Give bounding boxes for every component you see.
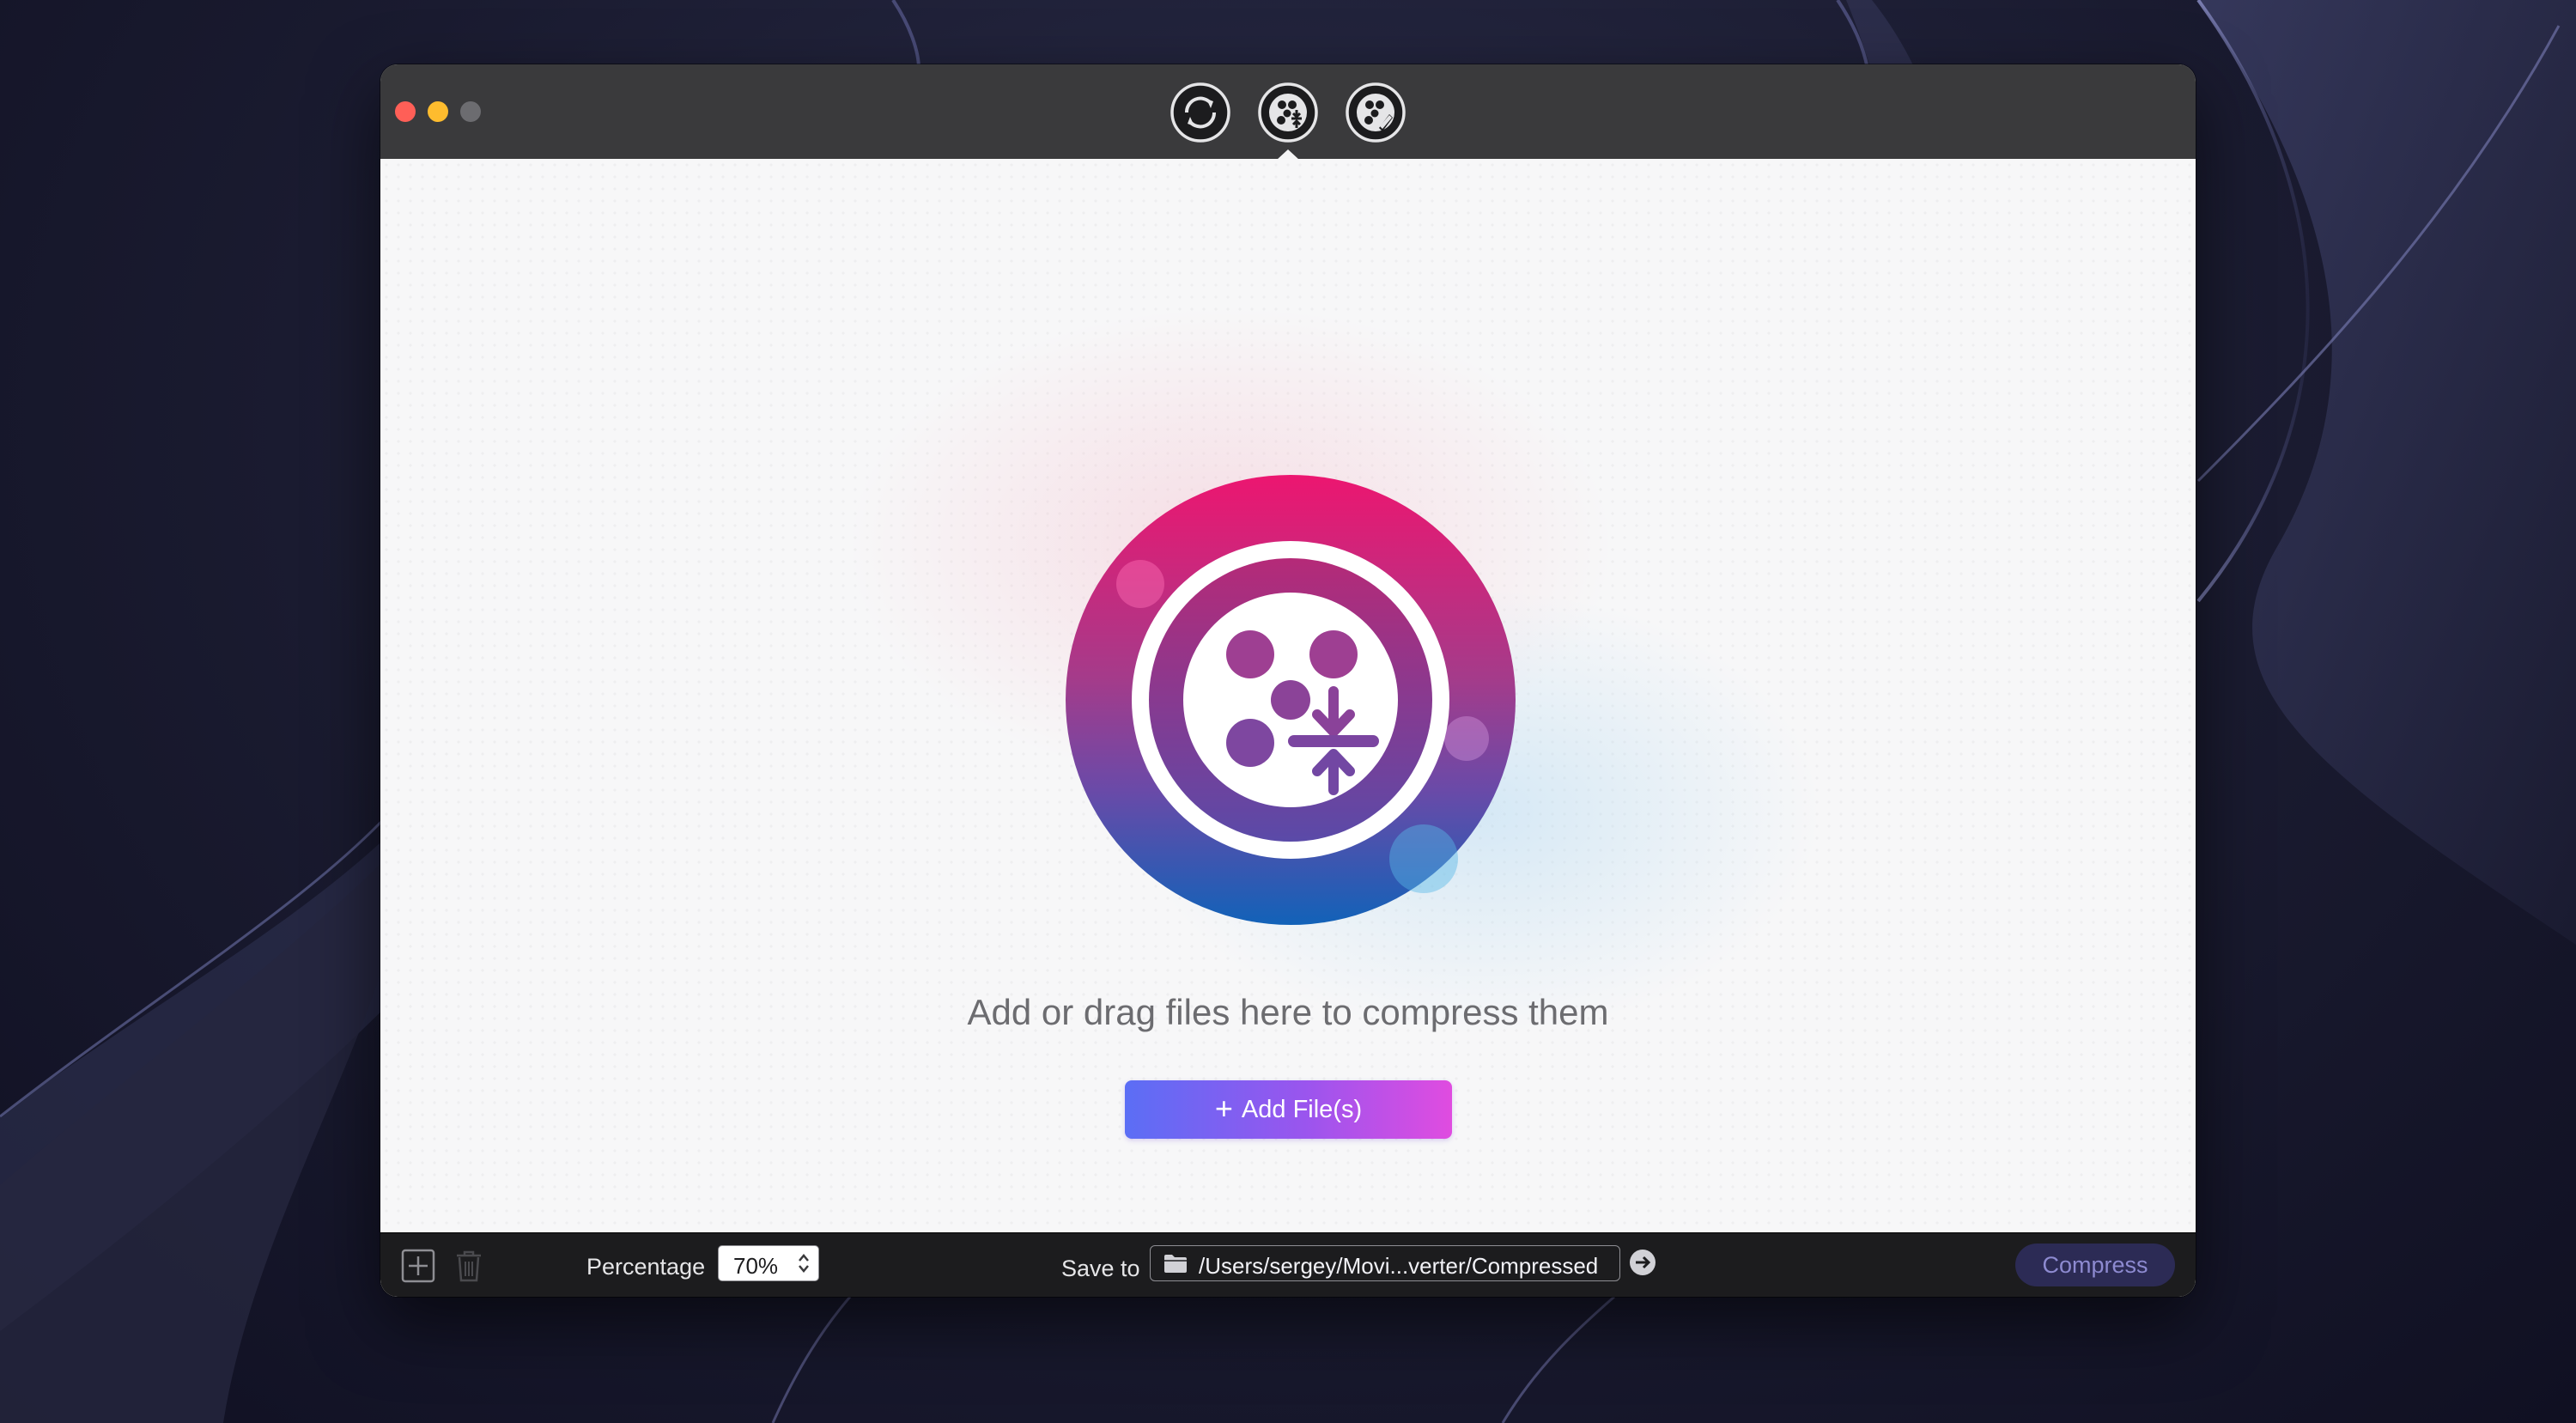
save-to-label: Save to bbox=[1061, 1256, 1140, 1281]
close-window-button[interactable] bbox=[395, 101, 416, 122]
edit-film-icon bbox=[1346, 82, 1406, 143]
percentage-select[interactable]: 70% bbox=[718, 1245, 819, 1281]
trash-icon[interactable] bbox=[451, 1248, 487, 1284]
percentage-value: 70% bbox=[733, 1253, 779, 1279]
app-window: Add or drag files here to compress them … bbox=[380, 64, 2196, 1297]
tab-edit[interactable] bbox=[1345, 82, 1406, 143]
compress-button[interactable]: Compress bbox=[2015, 1244, 2175, 1286]
desktop-wallpaper: Add or drag files here to compress them … bbox=[0, 0, 2576, 1423]
plus-icon: + bbox=[1214, 1090, 1233, 1126]
maximize-window-button[interactable] bbox=[460, 101, 481, 122]
save-path-text: /Users/sergey/Movi...verter/Compressed bbox=[1199, 1253, 1599, 1279]
add-files-label: Add File(s) bbox=[1241, 1095, 1363, 1123]
convert-arrows-icon bbox=[1170, 82, 1230, 143]
percentage-label: Percentage bbox=[586, 1254, 706, 1280]
compress-film-icon bbox=[1258, 82, 1318, 143]
open-folder-arrow-icon[interactable] bbox=[1628, 1248, 1657, 1277]
save-path-field[interactable]: /Users/sergey/Movi...verter/Compressed bbox=[1150, 1245, 1620, 1281]
tab-convert[interactable] bbox=[1170, 82, 1231, 143]
title-bar bbox=[380, 64, 2196, 160]
stepper-arrows-icon bbox=[799, 1254, 809, 1273]
add-file-icon[interactable] bbox=[400, 1248, 436, 1284]
minimize-window-button[interactable] bbox=[428, 101, 448, 122]
drop-instructions: Add or drag files here to compress them bbox=[967, 992, 1609, 1032]
bottom-bar: Percentage 70% Save to /Users/sergey/Mov… bbox=[380, 1232, 2196, 1297]
tab-compress[interactable] bbox=[1257, 82, 1319, 143]
drop-zone[interactable]: Add or drag files here to compress them … bbox=[380, 159, 2196, 1297]
folder-icon bbox=[1164, 1255, 1187, 1273]
compress-film-reel-logo bbox=[1066, 475, 1516, 925]
add-files-button[interactable]: + Add File(s) bbox=[1125, 1080, 1452, 1139]
